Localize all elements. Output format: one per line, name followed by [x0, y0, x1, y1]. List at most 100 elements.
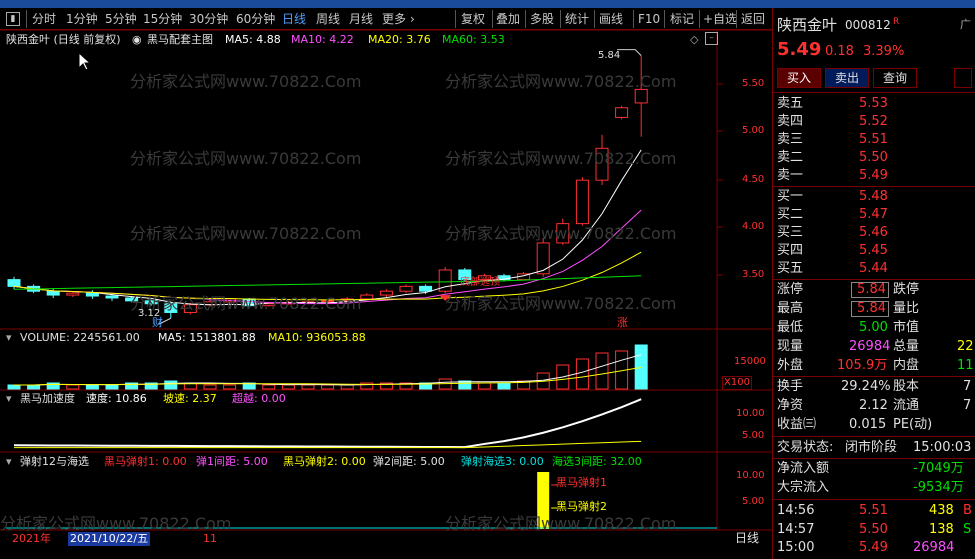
stat-label: 最低 — [777, 320, 804, 335]
buy-price: 5.46 — [859, 225, 888, 240]
volume-bar — [7, 384, 21, 390]
sell-button[interactable]: 卖出 — [825, 68, 869, 88]
stat-label: 净资 — [777, 398, 804, 413]
finance-marker[interactable]: 财 — [152, 317, 163, 329]
sell-price: 5.51 — [859, 132, 888, 147]
order-buy-4: 买四 5.45 — [773, 242, 975, 260]
order-sell-3: 卖三 5.51 — [773, 131, 975, 149]
candle-body — [634, 88, 648, 104]
candle-body — [7, 279, 21, 287]
axis-cursor-date: 2021/10/22/五 — [68, 532, 151, 546]
speed-indicator-name[interactable]: 黑马加速度 — [20, 392, 75, 406]
stat-row: 外盘 105.9万 内盘 11 — [773, 357, 975, 375]
stat-label: 流通 — [893, 398, 920, 413]
limit-up-value: 5.84 — [851, 282, 889, 298]
order-buy-1: 买一 5.48 — [773, 188, 975, 206]
bounce2-value: 黑马弹射2: 0.00 — [283, 455, 366, 468]
tick-row: 15:00 5.49 26984 — [773, 539, 975, 557]
bounce-y-tick: 5.00 — [742, 496, 765, 507]
minimize-icon[interactable]: – — [705, 32, 718, 45]
high-price-label: 5.84 — [598, 50, 621, 61]
float-value: 7 — [963, 398, 972, 413]
bounce-collapse-icon[interactable]: ▾ — [6, 455, 12, 469]
axis-year: 2021年 — [12, 532, 51, 545]
buy-price: 5.45 — [859, 243, 888, 258]
candle-body — [46, 290, 60, 296]
stat-row: 收益㈢ 0.015 PE(动) — [773, 416, 975, 434]
tick-row: 14:57 5.50 138 S — [773, 521, 975, 539]
stat-label: 涨停 — [777, 282, 804, 297]
buy-label: 买一 — [777, 189, 804, 204]
limit-up-marker[interactable]: 涨 — [617, 317, 628, 329]
low-value: 5.00 — [859, 320, 888, 335]
buy-price: 5.47 — [859, 207, 888, 222]
speed-collapse-icon[interactable]: ▾ — [6, 392, 12, 406]
period-label[interactable]: 日线 — [735, 532, 759, 544]
query-button[interactable]: 查询 — [873, 68, 917, 88]
stat-row: 最高 5.84 量比 — [773, 300, 975, 318]
bottom-signal-label: 底部逃顶 — [460, 277, 500, 288]
volume-bar — [575, 358, 589, 390]
bounce1-annotation: 黑马弹射1 — [556, 476, 607, 489]
volume-bar — [66, 384, 80, 390]
main-indicator-name[interactable]: 黑马配套主图 — [147, 33, 213, 47]
volume-bar — [105, 384, 119, 390]
volume-bar — [281, 384, 295, 390]
candle-body — [595, 147, 609, 181]
tick-vol: 138 — [929, 522, 954, 537]
over-value: 超越: 0.00 — [232, 392, 286, 405]
status-value: 闭市阶段 — [845, 440, 898, 455]
price-row: 5.49 0.18 3.39% — [773, 41, 975, 63]
tick-price: 5.50 — [859, 522, 888, 537]
bounce-bar — [537, 472, 550, 529]
stat-row: 净资 2.12 流通 7 — [773, 397, 975, 415]
block-row: 大宗流入 -9534万 — [773, 479, 975, 497]
buy-label: 买三 — [777, 225, 804, 240]
stat-label: 外盘 — [777, 358, 804, 373]
candle-body — [321, 300, 335, 303]
speed-y-tick: 5.00 — [742, 430, 765, 441]
candle-body — [164, 303, 178, 313]
sell-price: 5.52 — [859, 114, 888, 129]
candle-body — [399, 285, 413, 292]
status-label: 交易状态: — [777, 440, 834, 455]
vol-y-tick: 15000 — [734, 356, 766, 367]
vol-collapse-icon[interactable]: ▾ — [6, 331, 12, 345]
tick-dir: B — [963, 503, 972, 518]
ma60-line — [13, 275, 642, 290]
buy-price: 5.44 — [859, 261, 888, 276]
vol-ma5: MA5: 1513801.88 — [158, 331, 256, 344]
stat-label: 内盘 — [893, 358, 920, 373]
volume-bar — [223, 384, 237, 390]
speed-y-tick: 10.00 — [736, 408, 765, 419]
code-mark: R — [893, 17, 900, 27]
sell-price: 5.53 — [859, 96, 888, 111]
vol-ma10: MA10: 936053.88 — [268, 331, 366, 344]
indicator-circle-icon[interactable]: ◉ — [132, 33, 142, 47]
volume-bar — [203, 384, 217, 390]
ma5-line — [13, 149, 642, 306]
stat-row: 换手 29.24% 股本 7 — [773, 378, 975, 396]
tick-price: 5.49 — [859, 540, 888, 555]
stat-label: 量比 — [893, 301, 920, 316]
diamond-icon[interactable]: ◇ — [690, 33, 698, 47]
block-label: 大宗流入 — [777, 480, 830, 495]
stat-row: 现量 26984 总量 22 — [773, 338, 975, 356]
speed-line — [13, 398, 642, 449]
speed-value: 速度: 10.86 — [86, 392, 147, 405]
extra-button[interactable] — [954, 68, 972, 88]
stat-label: 最高 — [777, 301, 804, 316]
candle-body — [262, 303, 276, 307]
gap2-value: 弹2间距: 5.00 — [373, 455, 445, 468]
candle-body — [66, 292, 80, 296]
order-sell-1: 卖一 5.49 — [773, 167, 975, 185]
stat-label: 收益㈢ — [777, 417, 817, 432]
buy-button[interactable]: 买入 — [777, 68, 821, 88]
block-value: -9534万 — [913, 480, 964, 495]
bounce2-annotation: 黑马弹射2 — [556, 500, 607, 513]
inner-value: 11 — [957, 358, 974, 373]
volume-bar — [477, 382, 491, 390]
candle-body — [105, 295, 119, 299]
inflow-row: 净流入额 -7049万 — [773, 460, 975, 478]
bounce-indicator-name[interactable]: 弹射12与海选 — [20, 455, 89, 469]
